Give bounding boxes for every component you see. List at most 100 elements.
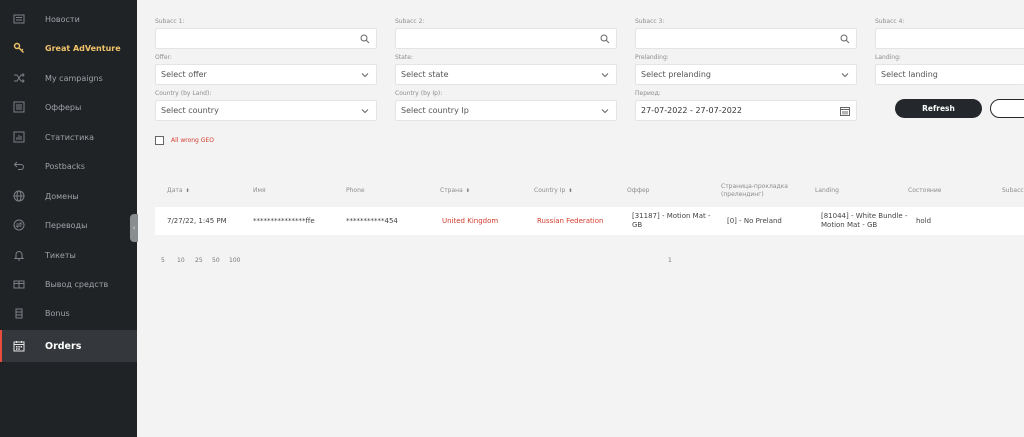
country-land-label: Country (by Land): <box>155 90 212 97</box>
subacc1-label: Subacc 1: <box>155 18 185 25</box>
bar-chart-icon <box>12 130 26 144</box>
sidebar-item-statistics[interactable]: Статистика <box>0 122 137 152</box>
sidebar-item-bonus[interactable]: Bonus <box>0 298 137 328</box>
return-arrow-icon <box>12 159 26 173</box>
subacc4-input[interactable] <box>875 28 1024 49</box>
shuffle-icon <box>12 71 26 85</box>
all-wrong-geo-checkbox[interactable] <box>155 136 164 145</box>
sidebar-item-tickets[interactable]: Тикеты <box>0 240 137 270</box>
cell-name: ***************ffe <box>253 217 315 225</box>
all-wrong-geo-label: All wrong GEO <box>171 137 214 144</box>
sort-icon: ⬍ <box>465 188 470 194</box>
column-header-phone: Phone <box>346 187 365 194</box>
cell-date: 7/27/22, 1:45 PM <box>167 217 227 225</box>
page-size-50[interactable]: 50 <box>212 257 220 264</box>
sidebar-item-news[interactable]: Новости <box>0 4 137 34</box>
sidebar-item-label: Postbacks <box>45 161 85 171</box>
landing-select[interactable]: Select landing <box>875 64 1024 85</box>
subacc2-label: Subacc 2: <box>395 18 425 25</box>
page-number-current[interactable]: 1 <box>668 257 672 264</box>
prelanding-label: Prelanding: <box>635 54 669 61</box>
sidebar-item-transfers[interactable]: Переводы <box>0 210 137 240</box>
sidebar-item-label: Тикеты <box>45 250 76 260</box>
sidebar-item-great-adventure[interactable]: Great AdVenture <box>0 33 137 63</box>
offer-select[interactable]: Select offer <box>155 64 377 85</box>
sidebar-item-label: Great AdVenture <box>45 43 121 53</box>
sidebar-item-orders[interactable]: Orders <box>0 330 137 362</box>
sidebar-item-postbacks[interactable]: Postbacks <box>0 151 137 181</box>
column-header-offer: Оффер <box>627 187 650 194</box>
subacc4-label: Subacc 4: <box>875 18 905 25</box>
column-header-country[interactable]: Страна ⬍ <box>440 187 470 195</box>
chevron-down-icon <box>360 70 370 80</box>
sidebar-item-label: Домены <box>45 191 79 201</box>
sort-icon: ⬍ <box>185 188 190 194</box>
sidebar-item-label: Orders <box>45 340 82 352</box>
country-land-select[interactable]: Select country <box>155 100 377 121</box>
landing-label: Landing: <box>875 54 901 61</box>
search-icon <box>600 34 610 44</box>
cell-prelanding: [0] - No Preland <box>727 217 782 225</box>
period-date-range[interactable]: 27-07-2022 - 27-07-2022 <box>635 100 857 121</box>
sidebar-item-label: Статистика <box>45 132 94 142</box>
wallet-icon <box>12 277 26 291</box>
sidebar-item-my-campaigns[interactable]: My campaigns <box>0 63 137 93</box>
bonus-icon <box>12 306 26 320</box>
sidebar: Новости Great AdVenture My campaigns Офф… <box>0 0 137 437</box>
prelanding-select[interactable]: Select prelanding <box>635 64 857 85</box>
cell-state: hold <box>916 217 932 225</box>
bell-icon <box>12 248 26 262</box>
period-label: Период: <box>635 90 661 97</box>
subacc3-input[interactable] <box>635 28 857 49</box>
sidebar-item-domains[interactable]: Домены <box>0 181 137 211</box>
sidebar-collapse-toggle[interactable]: ‹ <box>130 214 138 242</box>
sidebar-item-label: My campaigns <box>45 73 103 83</box>
sort-icon: ⬍ <box>568 188 573 194</box>
sidebar-item-label: Переводы <box>45 220 88 230</box>
column-header-name: Имя <box>253 187 266 194</box>
column-header-landing: Landing <box>815 187 839 194</box>
column-header-country-ip[interactable]: Country Ip ⬍ <box>534 187 573 195</box>
offer-label: Offer: <box>155 54 172 61</box>
chevron-left-icon: ‹ <box>132 223 136 232</box>
chevron-down-icon <box>360 106 370 116</box>
sidebar-item-label: Bonus <box>45 308 70 318</box>
country-ip-label: Country (by Ip): <box>395 90 443 97</box>
page-size-25[interactable]: 25 <box>195 257 203 264</box>
subacc1-input[interactable] <box>155 28 377 49</box>
sidebar-item-label: Новости <box>45 14 80 24</box>
column-header-date[interactable]: Дата ⬍ <box>167 187 190 195</box>
state-select[interactable]: Select state <box>395 64 617 85</box>
page-size-5[interactable]: 5 <box>161 257 165 264</box>
cell-country-ip: Russian Federation <box>537 217 604 225</box>
refresh-button[interactable]: Refresh <box>895 99 982 118</box>
cell-landing: [81044] - White Bundle - Motion Mat - GB <box>821 212 908 229</box>
list-icon <box>12 100 26 114</box>
column-header-prelanding: Страница-прокладка (прелендинг) <box>721 183 788 198</box>
cell-phone: ***********454 <box>346 217 398 225</box>
chevron-down-icon <box>840 70 850 80</box>
sidebar-item-offers[interactable]: Офферы <box>0 92 137 122</box>
column-header-subacc: Subacc <box>1002 187 1024 194</box>
country-ip-select[interactable]: Select country Ip <box>395 100 617 121</box>
sidebar-item-label: Офферы <box>45 102 82 112</box>
transfer-icon <box>12 218 26 232</box>
globe-icon <box>12 189 26 203</box>
page-size-10[interactable]: 10 <box>177 257 185 264</box>
search-icon <box>840 34 850 44</box>
search-icon <box>360 34 370 44</box>
chevron-down-icon <box>600 70 610 80</box>
page-size-100[interactable]: 100 <box>229 257 240 264</box>
column-header-state: Состояние <box>908 187 942 194</box>
key-icon <box>12 41 26 55</box>
sidebar-item-label: Вывод средств <box>45 279 109 289</box>
subacc3-label: Subacc 3: <box>635 18 665 25</box>
calendar-icon <box>840 106 850 116</box>
news-icon <box>12 12 26 26</box>
sidebar-item-withdrawal[interactable]: Вывод средств <box>0 269 137 299</box>
subacc2-input[interactable] <box>395 28 617 49</box>
cell-country: United Kingdom <box>442 217 499 225</box>
secondary-button[interactable] <box>990 99 1024 118</box>
chevron-down-icon <box>600 106 610 116</box>
state-label: State: <box>395 54 413 61</box>
